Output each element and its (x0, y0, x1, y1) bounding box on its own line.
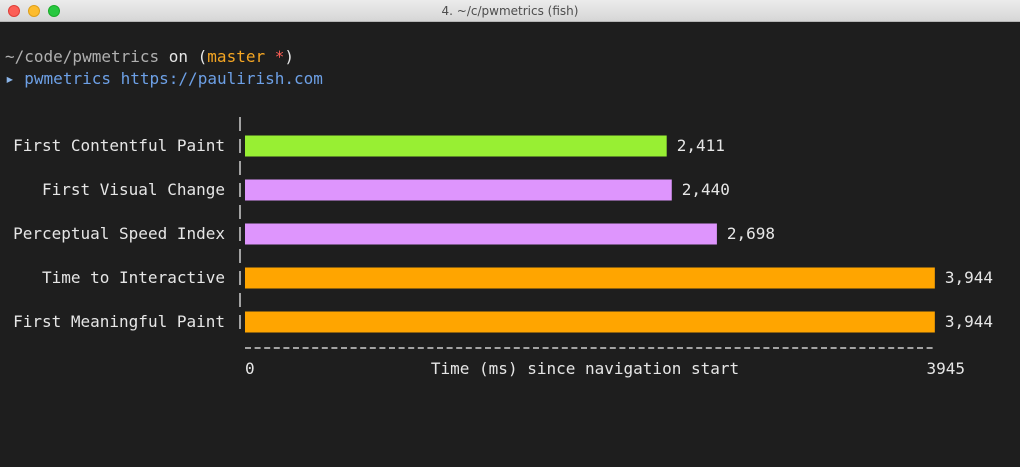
category-label: First Meaningful Paint (13, 312, 225, 331)
category-label: First Contentful Paint (13, 136, 225, 155)
metrics-bar-chart: First Contentful Paint 2,411 First Visual … (13, 117, 993, 378)
category-label: Time to Interactive (42, 268, 225, 287)
category-label: Perceptual Speed Index (13, 224, 225, 243)
value-label: 2,411 (677, 136, 725, 155)
terminal-content[interactable]: ~/code/pwmetrics on (master *) ▸ pwmetri… (0, 22, 1020, 467)
value-label: 3,944 (945, 268, 993, 287)
value-label: 2,698 (727, 224, 775, 243)
bar (245, 179, 672, 201)
bar (245, 135, 667, 157)
x-axis-title: Time (ms) since navigation start (431, 359, 739, 378)
title-bar[interactable]: 4. ~/c/pwmetrics (fish) (0, 0, 1020, 22)
bar (245, 223, 717, 245)
category-label: First Visual Change (42, 180, 225, 199)
x-axis-min-tick: 0 (245, 359, 255, 378)
bar (245, 267, 935, 289)
x-axis-max-tick: 3945 (926, 359, 965, 378)
terminal-window: 4. ~/c/pwmetrics (fish) ~/code/pwmetrics… (0, 0, 1020, 467)
window-title: 4. ~/c/pwmetrics (fish) (441, 4, 579, 18)
value-label: 3,944 (945, 312, 993, 331)
bar (245, 311, 935, 333)
value-label: 2,440 (682, 180, 730, 199)
